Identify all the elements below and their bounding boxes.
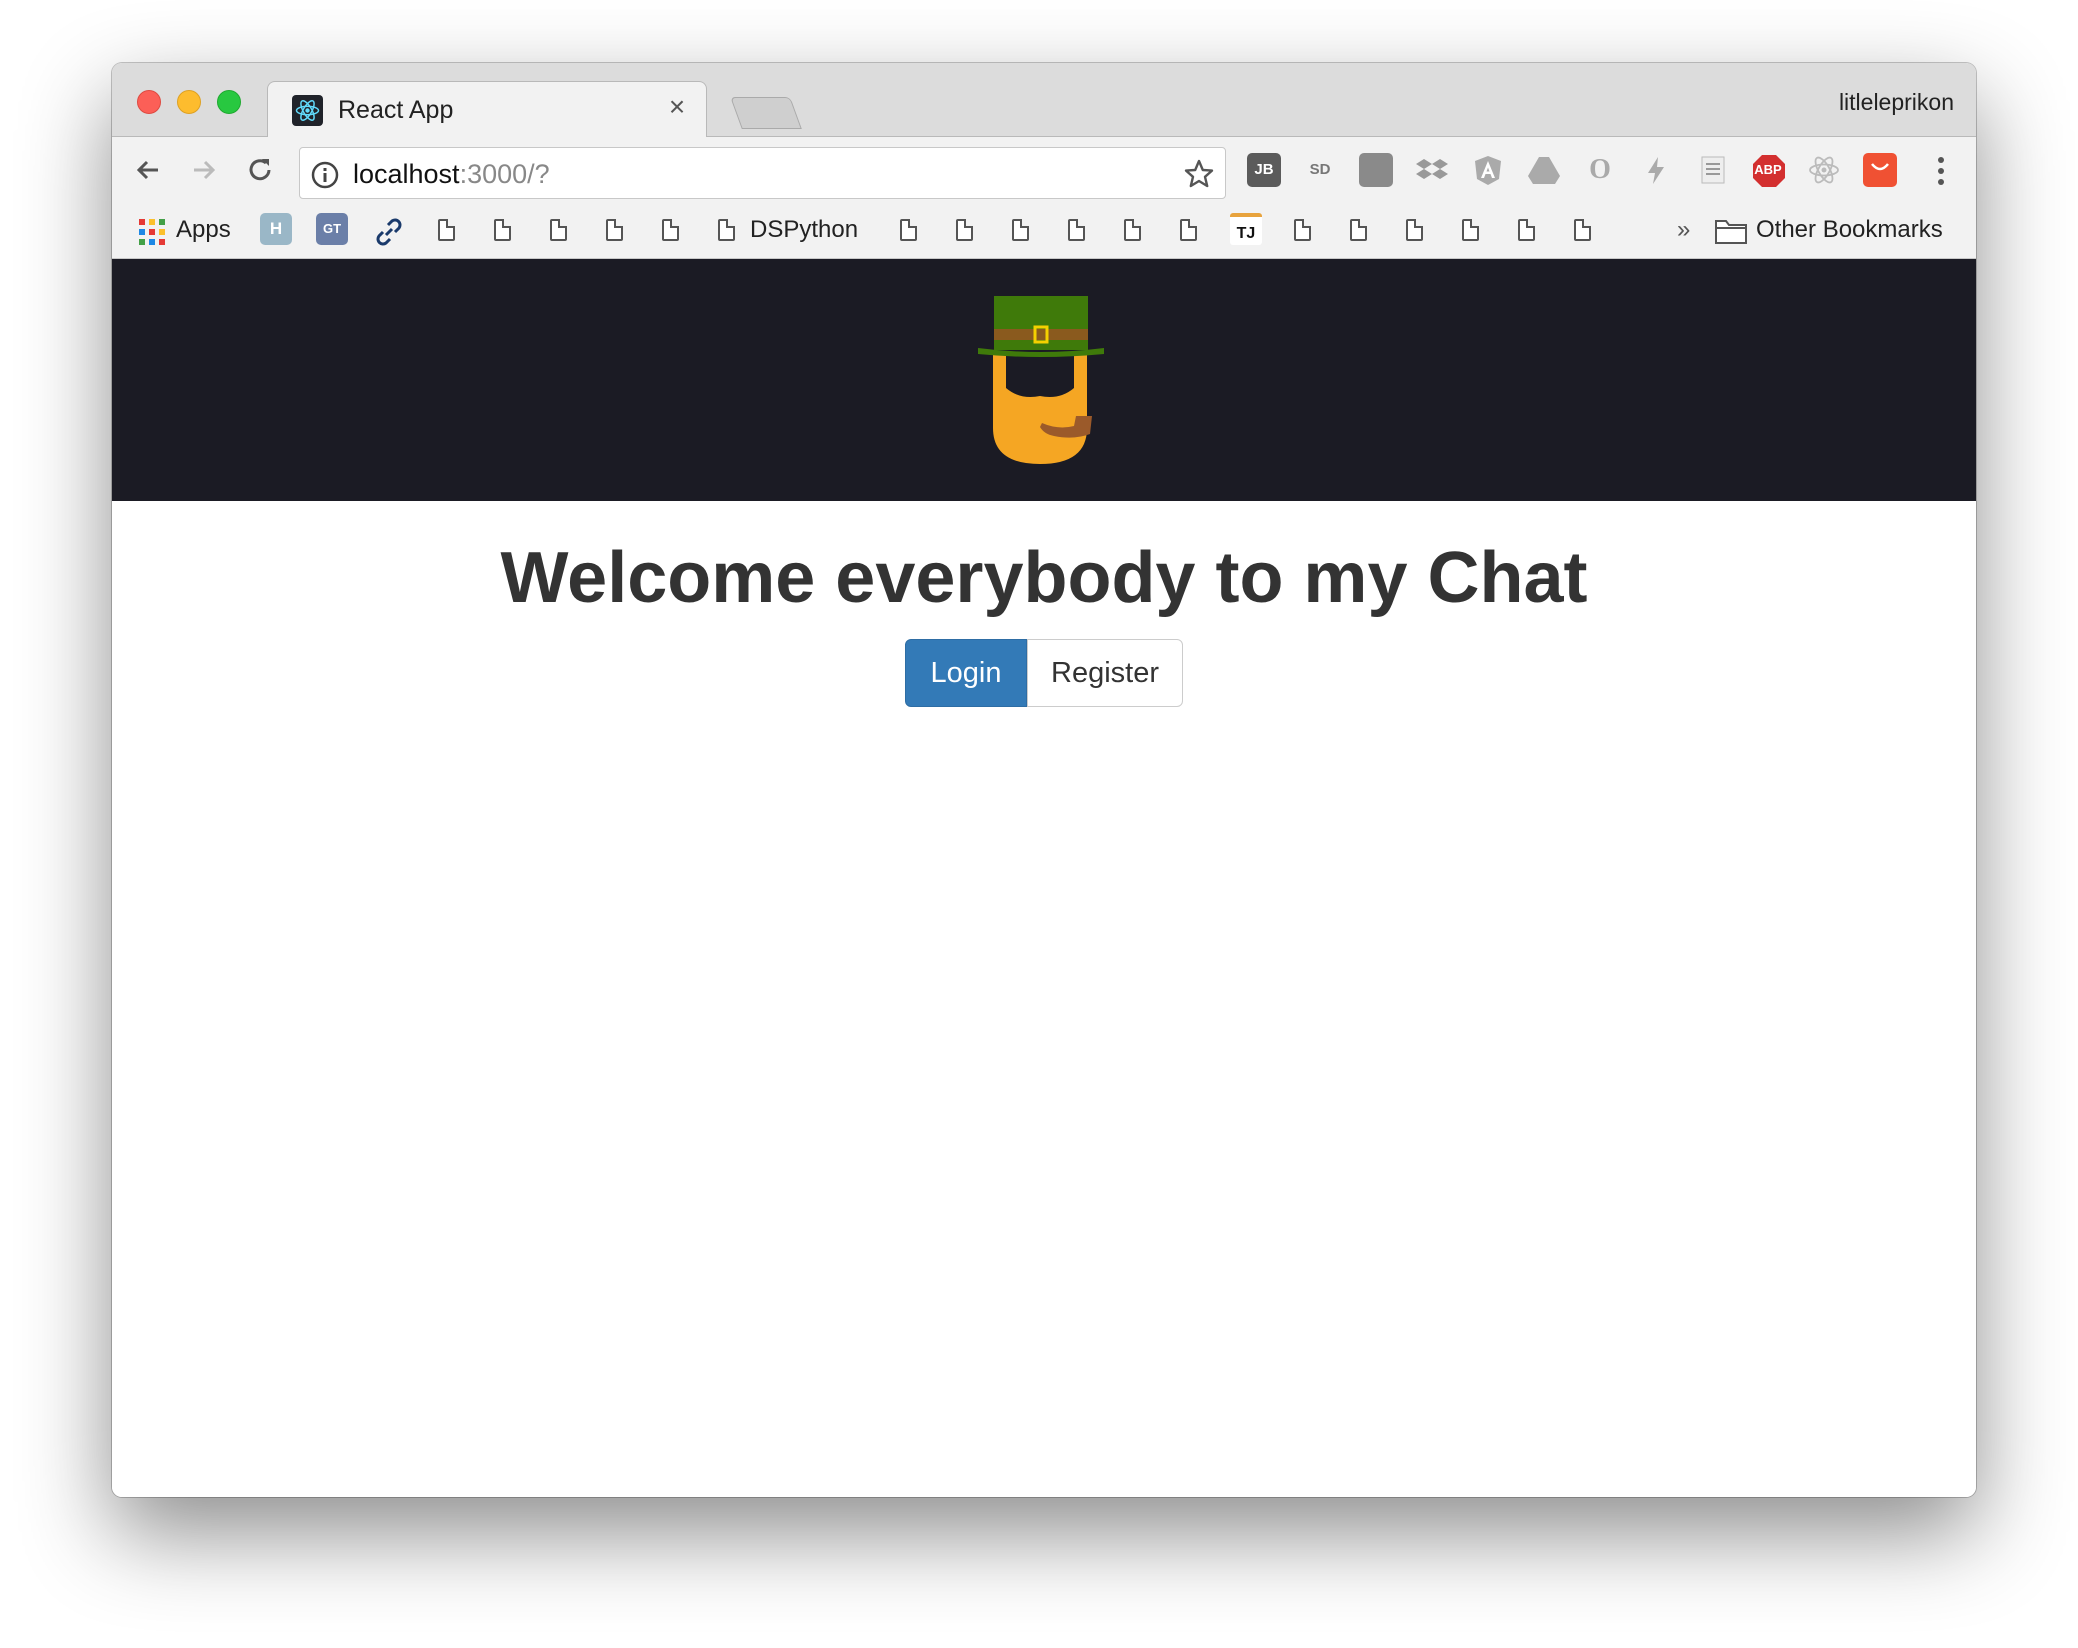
react-devtools-icon[interactable] [1807,153,1841,187]
sd-extension-icon[interactable]: SD [1303,153,1337,187]
page-icon [718,219,735,241]
page-icon[interactable] [1180,219,1197,241]
apps-icon[interactable] [139,219,165,245]
folder-icon[interactable] [1714,217,1748,245]
forward-button[interactable] [182,148,226,192]
reload-button[interactable] [238,148,282,192]
page-icon[interactable] [1350,219,1367,241]
page-icon[interactable] [1462,219,1479,241]
app-header [112,259,1976,501]
react-icon [292,95,323,126]
star-icon[interactable] [1183,158,1215,190]
opera-icon[interactable]: O [1583,153,1617,187]
jetbrains-extension-icon[interactable]: JB [1247,153,1281,187]
bookmark-dspython[interactable]: DSPython [750,216,858,246]
new-tab-button[interactable] [730,97,802,129]
list-extension-icon[interactable] [1695,153,1729,187]
adblock-icon[interactable]: ABP [1751,153,1785,187]
page-title: Welcome everybody to my Chat [500,538,1588,618]
page-icon[interactable] [1012,219,1029,241]
info-icon[interactable] [310,160,340,190]
bolt-icon[interactable] [1639,153,1673,187]
page-icon[interactable] [900,219,917,241]
bookmark-other-bookmarks[interactable]: Other Bookmarks [1756,216,1943,246]
window-maximize-button[interactable] [217,90,241,114]
bookmarks-bar: Apps H GT DSPython TJ » Other Bookmarks [112,203,1976,259]
login-button[interactable]: Login [905,639,1027,707]
bookmark-h[interactable]: H [260,213,292,245]
browser-window: React App × litleleprikon localhost:3000… [112,63,1976,1497]
aliexpress-icon[interactable] [1863,153,1897,187]
page-icon[interactable] [606,219,623,241]
page-icon[interactable] [1518,219,1535,241]
forward-icon [194,160,216,180]
tab-title: React App [338,96,454,124]
browser-toolbar: localhost:3000/? JB SD O ABP [112,137,1976,203]
address-bar[interactable]: localhost:3000/? [299,147,1226,199]
address-url[interactable]: localhost:3000/? [353,159,550,190]
bookmark-gt[interactable]: GT [316,213,348,245]
page-icon[interactable] [1574,219,1591,241]
page-icon[interactable] [550,219,567,241]
link-icon[interactable] [372,215,406,249]
window-close-button[interactable] [137,90,161,114]
drive-icon[interactable] [1527,153,1561,187]
bookmark-tj[interactable]: TJ [1230,213,1262,245]
angular-icon[interactable] [1471,153,1505,187]
tab-close-icon[interactable]: × [662,91,692,122]
page-icon[interactable] [1068,219,1085,241]
tab-react-app[interactable]: React App × [267,81,707,138]
menu-icon[interactable] [1938,157,1946,190]
back-button[interactable] [126,148,170,192]
counter-extension-icon[interactable] [1359,153,1393,187]
page-icon[interactable] [438,219,455,241]
profile-name[interactable]: litleleprikon [1839,89,1954,116]
bookmark-apps[interactable]: Apps [176,216,231,246]
bookmarks-overflow-chevron[interactable]: » [1677,216,1690,246]
page-icon[interactable] [1294,219,1311,241]
back-icon [136,160,158,180]
window-minimize-button[interactable] [177,90,201,114]
page-icon[interactable] [662,219,679,241]
page-icon[interactable] [1406,219,1423,241]
page-icon[interactable] [1124,219,1141,241]
page-content: Welcome everybody to my Chat Login Regis… [112,259,1976,1497]
register-button[interactable]: Register [1027,639,1183,707]
reload-icon [249,159,271,181]
page-icon[interactable] [494,219,511,241]
page-icon[interactable] [956,219,973,241]
tab-strip: React App × litleleprikon [112,63,1976,138]
leprechaun-logo [978,296,1104,464]
dropbox-icon[interactable] [1415,153,1449,187]
